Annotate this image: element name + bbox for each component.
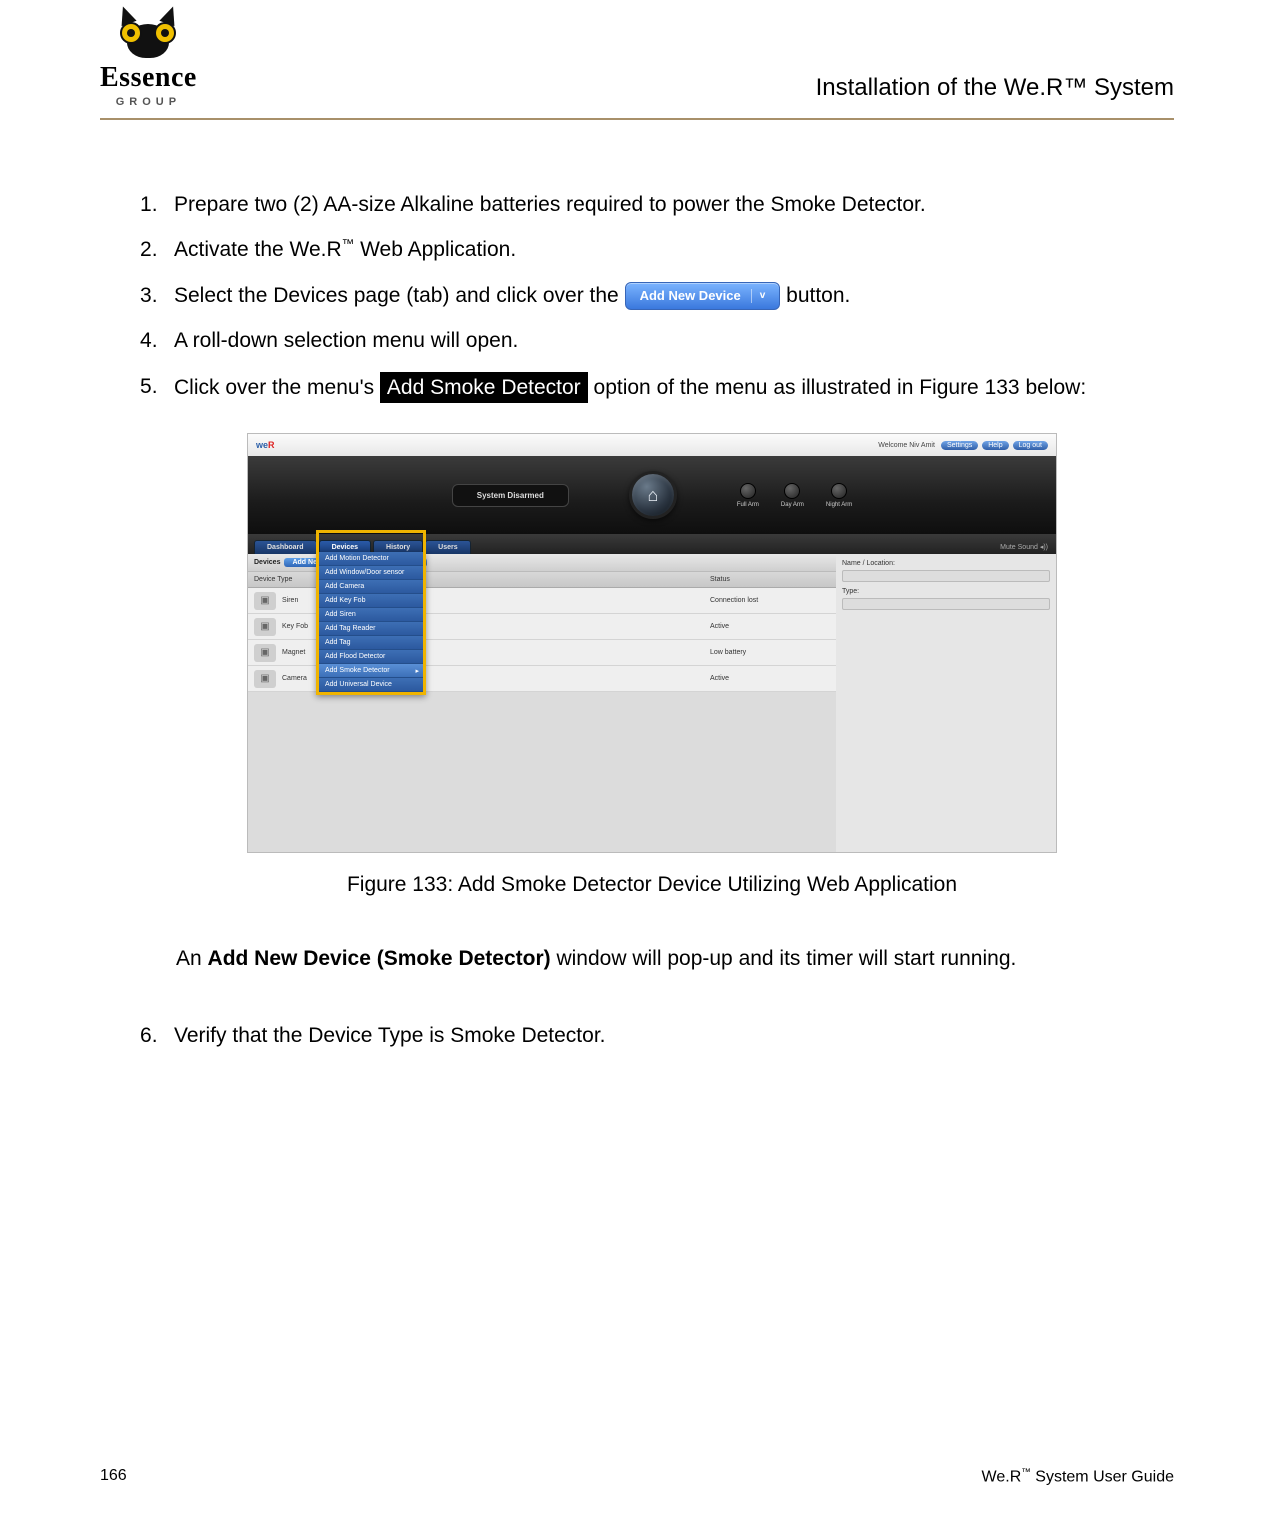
- night-arm-button[interactable]: Night Arm: [826, 483, 852, 508]
- type-label: Type:: [842, 588, 1050, 595]
- logo-we: we: [256, 440, 268, 450]
- chevron-down-icon: v: [751, 289, 766, 303]
- device-icon: ▣: [254, 670, 276, 688]
- dropdown-item[interactable]: Add Window/Door sensor: [319, 566, 423, 580]
- guide-b: System User Guide: [1031, 1468, 1174, 1485]
- brand-subtitle: GROUP: [116, 96, 181, 108]
- row-status: Active: [710, 623, 830, 630]
- add-new-device-button-image: Add New Device v: [625, 282, 781, 310]
- guide-a: We.R: [982, 1468, 1022, 1485]
- dropdown-item[interactable]: Add Universal Device: [319, 678, 423, 692]
- tm-sup: ™: [342, 237, 355, 251]
- row-status: Low battery: [710, 649, 830, 656]
- name-location-field[interactable]: [842, 570, 1050, 582]
- full-arm-label: Full Arm: [737, 502, 759, 508]
- step-3: Select the Devices page (tab) and click …: [140, 281, 1164, 311]
- dropdown-item[interactable]: Add Key Fob: [319, 594, 423, 608]
- figure-caption: Figure 133: Add Smoke Detector Device Ut…: [140, 873, 1164, 897]
- step-1: Prepare two (2) AA-size Alkaline batteri…: [140, 190, 1164, 219]
- dropdown-item[interactable]: Add Tag Reader: [319, 622, 423, 636]
- logout-button[interactable]: Log out: [1013, 441, 1048, 450]
- full-arm-button[interactable]: Full Arm: [737, 483, 759, 508]
- add-new-device-button-label: Add New Device: [640, 287, 741, 305]
- step-3-text-a: Select the Devices page (tab) and click …: [174, 284, 625, 307]
- app-logo: weR: [256, 440, 275, 450]
- popup-text-bold: Add New Device (Smoke Detector): [208, 947, 551, 970]
- step-4: A roll-down selection menu will open.: [140, 326, 1164, 355]
- step-2: Activate the We.R™ Web Application.: [140, 235, 1164, 264]
- step-2-text-a: Activate the We.R: [174, 238, 342, 261]
- step-6: Verify that the Device Type is Smoke Det…: [140, 1021, 1164, 1050]
- add-smoke-detector-chip: Add Smoke Detector: [380, 372, 588, 403]
- popup-text-b: window will pop-up and its timer will st…: [551, 947, 1017, 970]
- device-details-pane: Name / Location: Type:: [836, 554, 1056, 852]
- guide-sup: ™: [1021, 1467, 1031, 1478]
- settings-button[interactable]: Settings: [941, 441, 978, 450]
- logo-r: R: [268, 440, 275, 450]
- type-field[interactable]: [842, 598, 1050, 610]
- page-footer: 166 We.R™ System User Guide: [100, 1467, 1174, 1486]
- help-button[interactable]: Help: [982, 441, 1008, 450]
- dropdown-item[interactable]: Add Tag: [319, 636, 423, 650]
- tab-users[interactable]: Users: [425, 540, 470, 554]
- dropdown-item[interactable]: Add Motion Detector: [319, 552, 423, 566]
- dropdown-item[interactable]: Add Siren: [319, 608, 423, 622]
- home-icon[interactable]: ⌂: [629, 471, 677, 519]
- add-device-dropdown: Add Motion DetectorAdd Window/Door senso…: [316, 552, 426, 695]
- instruction-list: Prepare two (2) AA-size Alkaline batteri…: [140, 190, 1164, 403]
- app-screenshot: weR Welcome Niv Amit Settings Help Log o…: [247, 433, 1057, 853]
- day-arm-button[interactable]: Day Arm: [781, 483, 804, 508]
- step-5-text-b: option of the menu as illustrated in Fig…: [588, 376, 1086, 399]
- step-5: Click over the menu's Add Smoke Detector…: [140, 372, 1164, 403]
- system-status-badge: System Disarmed: [452, 484, 569, 507]
- col-status: Status: [710, 576, 830, 583]
- device-icon: ▣: [254, 644, 276, 662]
- night-arm-label: Night Arm: [826, 502, 852, 508]
- row-status: Active: [710, 675, 830, 682]
- dropdown-item[interactable]: Add Smoke Detector: [319, 664, 423, 678]
- tab-dashboard[interactable]: Dashboard: [254, 540, 317, 554]
- brand-name: Essence: [100, 62, 197, 94]
- name-location-label: Name / Location:: [842, 560, 1050, 567]
- owl-icon: [112, 10, 184, 60]
- row-status: Connection lost: [710, 597, 830, 604]
- brand-logo: Essence GROUP: [100, 10, 197, 108]
- app-topbar: weR Welcome Niv Amit Settings Help Log o…: [248, 434, 1056, 456]
- device-icon: ▣: [254, 592, 276, 610]
- guide-title: We.R™ System User Guide: [982, 1467, 1174, 1486]
- dropdown-item[interactable]: Add Camera: [319, 580, 423, 594]
- day-arm-label: Day Arm: [781, 502, 804, 508]
- step-5-text-a: Click over the menu's: [174, 376, 380, 399]
- popup-note: An Add New Device (Smoke Detector) windo…: [176, 947, 1164, 971]
- step-2-text-b: Web Application.: [354, 238, 516, 261]
- dropdown-item[interactable]: Add Flood Detector: [319, 650, 423, 664]
- popup-text-a: An: [176, 947, 208, 970]
- welcome-text: Welcome Niv Amit: [878, 442, 935, 449]
- app-dashboard-strip: System Disarmed ⌂ Full Arm Day Arm Night…: [248, 456, 1056, 534]
- page-number: 166: [100, 1467, 127, 1486]
- device-icon: ▣: [254, 618, 276, 636]
- page-header: Essence GROUP Installation of the We.R™ …: [100, 0, 1174, 120]
- step-3-text-b: button.: [786, 284, 850, 307]
- mute-sound-toggle[interactable]: Mute Sound ◂)): [1000, 543, 1048, 551]
- page-title: Installation of the We.R™ System: [816, 74, 1174, 108]
- devices-panel-title: Devices: [254, 559, 280, 566]
